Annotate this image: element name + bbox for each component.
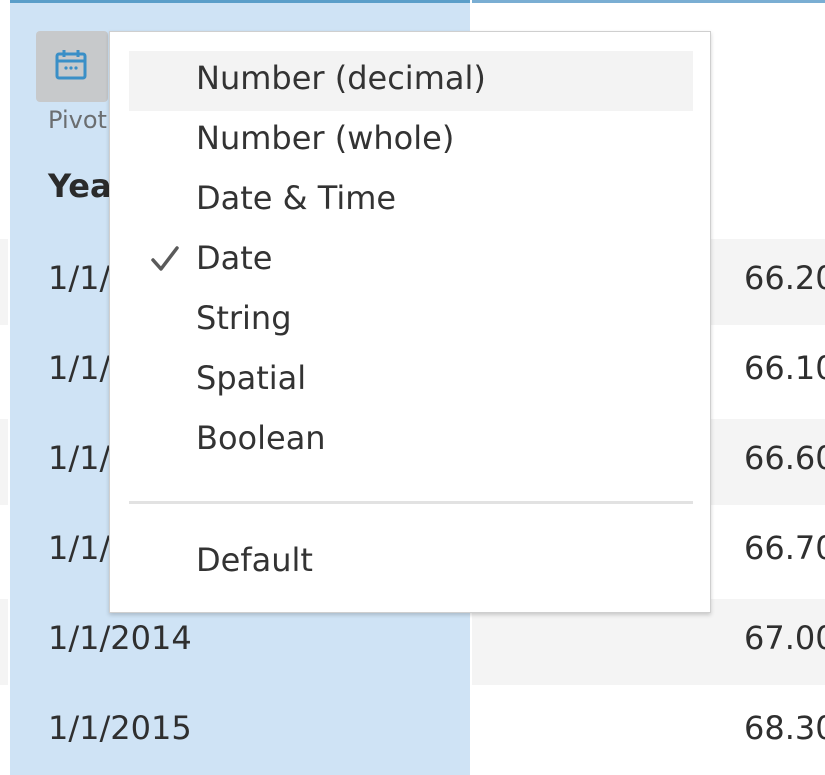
menu-item-number-whole[interactable]: Number (whole) (129, 111, 693, 171)
numeric-value: 66.70 (744, 529, 825, 567)
menu-item-spatial[interactable]: Spatial (129, 351, 693, 411)
menu-item-label: Date & Time (196, 179, 397, 217)
table-row: 1/1/2015 68.30 (0, 689, 825, 775)
menu-item-default[interactable]: Default (129, 533, 693, 593)
numeric-value: 67.00 (744, 619, 825, 657)
date-value: 1/1/ (48, 529, 111, 567)
menu-item-boolean[interactable]: Boolean (129, 411, 693, 471)
checkmark-icon (151, 246, 179, 271)
date-value: 1/1/2015 (48, 709, 192, 747)
menu-item-label: Spatial (196, 359, 307, 397)
calendar-icon (55, 50, 87, 80)
date-value: 1/1/ (48, 259, 111, 297)
menu-item-label: Date (196, 239, 273, 277)
menu-item-string[interactable]: String (129, 291, 693, 351)
date-value: 1/1/ (48, 439, 111, 477)
column-origin-label: Pivot (48, 106, 107, 134)
date-value: 1/1/ (48, 349, 111, 387)
menu-item-date[interactable]: Date (129, 231, 693, 291)
menu-item-label: Boolean (196, 419, 326, 457)
menu-item-date-time[interactable]: Date & Time (129, 171, 693, 231)
menu-divider (129, 501, 693, 504)
menu-item-label: String (196, 299, 292, 337)
row-gutter (0, 239, 8, 325)
numeric-value: 66.10 (744, 349, 825, 387)
row-gutter (0, 599, 8, 685)
menu-item-number-decimal[interactable]: Number (decimal) (129, 51, 693, 111)
date-value: 1/1/2014 (48, 619, 192, 657)
column-top-border (10, 0, 470, 3)
menu-item-label: Number (whole) (196, 119, 455, 157)
numeric-value: 66.20 (744, 259, 825, 297)
data-type-menu: Number (decimal) Number (whole) Date & T… (109, 31, 711, 613)
numeric-value: 68.30 (744, 709, 825, 747)
row-gutter (0, 419, 8, 505)
menu-item-label: Default (196, 541, 313, 579)
numeric-value: 66.60 (744, 439, 825, 477)
data-type-button[interactable] (36, 31, 108, 102)
column-top-border (472, 0, 825, 3)
row-gutter (0, 689, 8, 775)
menu-item-label: Number (decimal) (196, 59, 486, 97)
row-gutter (0, 329, 8, 415)
row-gutter (0, 509, 8, 595)
